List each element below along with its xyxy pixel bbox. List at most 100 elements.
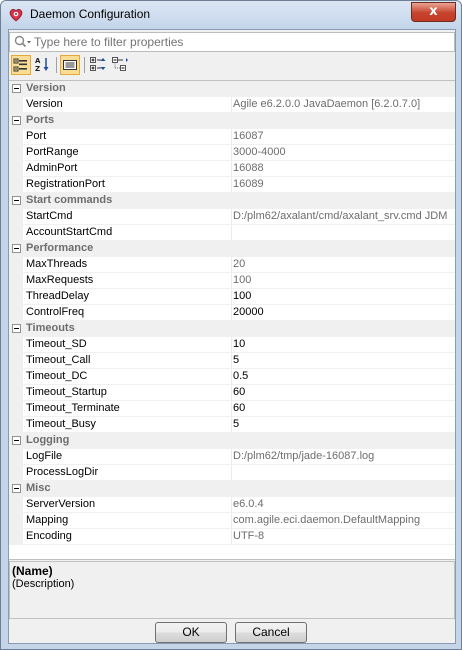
property-name: AccountStartCmd [26,226,113,238]
description-title: (Name) [12,564,53,578]
property-row-adminport[interactable]: AdminPort 16088 [9,161,455,177]
property-value[interactable]: 100 [233,290,455,302]
categorized-view-icon [13,58,27,72]
property-value[interactable]: 5 [233,418,455,430]
property-row-startcmd[interactable]: StartCmd D:/plm62/axalant/cmd/axalant_srv… [9,209,455,225]
collapse-toggle-icon[interactable] [12,484,21,493]
property-row-registrationport[interactable]: RegistrationPort 16089 [9,177,455,193]
property-row-maxrequests[interactable]: MaxRequests 100 [9,273,455,289]
column-divider[interactable] [231,401,232,417]
category-row-start-commands[interactable]: Start commands [9,193,455,209]
column-divider[interactable] [231,305,232,321]
column-divider[interactable] [231,97,232,113]
column-divider[interactable] [231,177,232,193]
title-bar[interactable]: Daemon Configuration x [1,1,461,29]
property-row-timeout_sd[interactable]: Timeout_SD 10 [9,337,455,353]
property-value[interactable]: 3000-4000 [233,146,455,158]
column-divider[interactable] [231,353,232,369]
property-value[interactable]: 5 [233,354,455,366]
collapse-toggle-icon[interactable] [12,324,21,333]
property-value[interactable]: com.agile.eci.daemon.DefaultMapping [233,514,455,526]
svg-text:A: A [35,57,41,65]
property-value[interactable]: 60 [233,402,455,414]
property-value[interactable]: 16088 [233,162,455,174]
property-value[interactable]: 20 [233,258,455,270]
column-divider[interactable] [231,273,232,289]
category-row-misc[interactable]: Misc [9,481,455,497]
property-row-encoding[interactable]: Encoding UTF-8 [9,529,455,545]
filter-input[interactable] [34,33,444,50]
property-row-timeout_startup[interactable]: Timeout_Startup 60 [9,385,455,401]
ok-button[interactable]: OK [155,622,227,643]
collapse-toggle-icon[interactable] [12,196,21,205]
column-divider[interactable] [231,129,232,145]
property-row-timeout_terminate[interactable]: Timeout_Terminate 60 [9,401,455,417]
close-button[interactable]: x [411,2,456,22]
column-divider[interactable] [231,337,232,353]
collapse-toggle-icon[interactable] [12,84,21,93]
property-row-port[interactable]: Port 16087 [9,129,455,145]
property-row-processlogdir[interactable]: ProcessLogDir [9,465,455,481]
property-row-controlfreq[interactable]: ControlFreq 20000 [9,305,455,321]
column-divider[interactable] [231,385,232,401]
column-divider[interactable] [231,289,232,305]
column-divider[interactable] [231,465,232,481]
property-value[interactable]: 60 [233,386,455,398]
property-value[interactable]: UTF-8 [233,530,455,542]
row-gutter [9,401,23,417]
property-row-timeout_call[interactable]: Timeout_Call 5 [9,353,455,369]
property-pages-button[interactable] [60,55,80,75]
property-row-version[interactable]: Version Agile e6.2.0.0 JavaDaemon [6.2.0.… [9,97,455,113]
row-gutter [9,161,23,177]
property-value[interactable]: 100 [233,274,455,286]
property-row-maxthreads[interactable]: MaxThreads 20 [9,257,455,273]
collapse-toggle-icon[interactable] [12,436,21,445]
property-value[interactable]: D:/plm62/tmp/jade-16087.log [233,450,455,462]
filter-box[interactable] [9,32,455,52]
categorized-view-button[interactable] [11,55,31,75]
property-row-threaddelay[interactable]: ThreadDelay 100 [9,289,455,305]
category-row-performance[interactable]: Performance [9,241,455,257]
column-divider[interactable] [231,161,232,177]
alphabetical-sort-button[interactable]: A Z [33,55,53,75]
property-row-logfile[interactable]: LogFile D:/plm62/tmp/jade-16087.log [9,449,455,465]
collapse-all-button[interactable] [111,55,131,75]
column-divider[interactable] [231,449,232,465]
property-value[interactable]: 0.5 [233,370,455,382]
property-grid[interactable]: Version Version Agile e6.2.0.0 JavaDaemon … [9,80,455,560]
property-name: StartCmd [26,210,73,222]
property-value[interactable]: 20000 [233,306,455,318]
property-row-accountstartcmd[interactable]: AccountStartCmd [9,225,455,241]
column-divider[interactable] [231,369,232,385]
property-row-timeout_dc[interactable]: Timeout_DC 0.5 [9,369,455,385]
property-value[interactable]: D:/plm62/axalant/cmd/axalant_srv.cmd JDM [233,210,455,222]
category-row-timeouts[interactable]: Timeouts [9,321,455,337]
property-value[interactable]: e6.0.4 [233,498,455,510]
toolbar-separator [56,57,57,73]
column-divider[interactable] [231,209,232,225]
property-value[interactable]: Agile e6.2.0.0 JavaDaemon [6.2.0.7.0] [233,98,455,110]
column-divider[interactable] [231,257,232,273]
column-divider[interactable] [231,417,232,433]
category-row-logging[interactable]: Logging [9,433,455,449]
category-row-ports[interactable]: Ports [9,113,455,129]
column-divider[interactable] [231,225,232,241]
property-row-portrange[interactable]: PortRange 3000-4000 [9,145,455,161]
column-divider[interactable] [231,513,232,529]
property-value[interactable]: 10 [233,338,455,350]
property-value[interactable]: 16087 [233,130,455,142]
property-row-mapping[interactable]: Mapping com.agile.eci.daemon.DefaultMappi… [9,513,455,529]
collapse-toggle-icon[interactable] [12,244,21,253]
category-row-version[interactable]: Version [9,81,455,97]
property-value[interactable]: 16089 [233,178,455,190]
cancel-button[interactable]: Cancel [235,622,307,643]
column-divider[interactable] [231,529,232,545]
collapse-toggle-icon[interactable] [12,116,21,125]
column-divider[interactable] [231,497,232,513]
expand-all-button[interactable] [89,55,109,75]
property-row-serverversion[interactable]: ServerVersion e6.0.4 [9,497,455,513]
property-row-timeout_busy[interactable]: Timeout_Busy 5 [9,417,455,433]
row-gutter [9,369,23,385]
search-icon[interactable] [14,35,32,49]
column-divider[interactable] [231,145,232,161]
